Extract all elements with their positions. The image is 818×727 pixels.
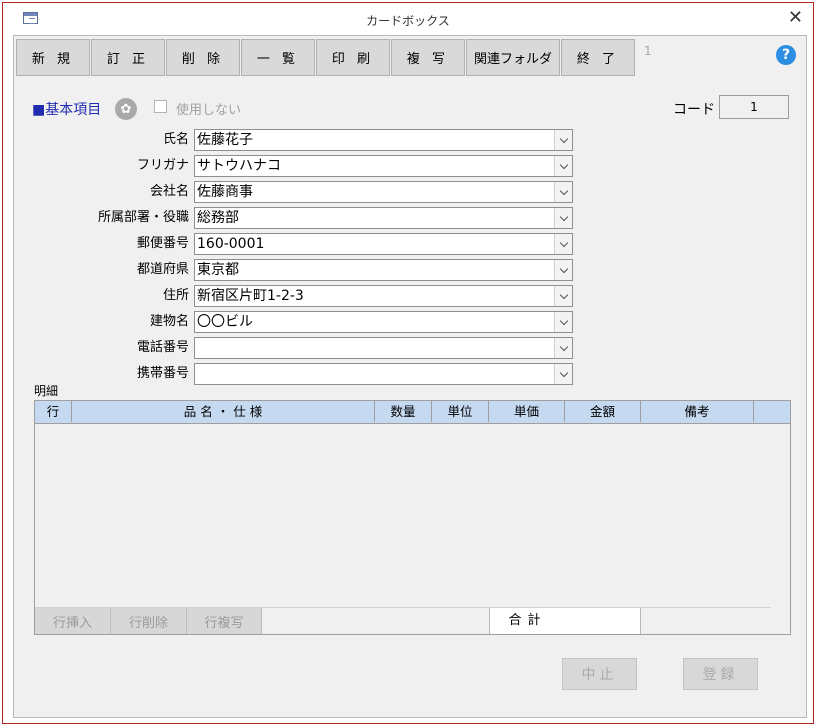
name-label: 氏名 — [162, 132, 189, 147]
close-icon[interactable]: ✕ — [788, 6, 803, 30]
insert-row-button[interactable]: 行挿入 — [35, 608, 111, 634]
chevron-down-icon[interactable] — [554, 156, 572, 176]
department-label: 所属部署・役職 — [97, 210, 189, 225]
new-button[interactable]: 新 規 — [16, 39, 90, 76]
code-label: コード — [673, 102, 715, 118]
total-label: 合計 — [489, 608, 566, 634]
copy-button[interactable]: 複 写 — [391, 39, 465, 76]
phone-label: 電話番号 — [136, 340, 189, 355]
chevron-down-icon[interactable] — [554, 312, 572, 332]
exit-button[interactable]: 終 了 — [561, 39, 635, 76]
delete-row-button[interactable]: 行削除 — [111, 608, 187, 634]
address-value: 新宿区片町1-2-3 — [197, 288, 304, 304]
building-combo[interactable]: 〇〇ビル — [194, 311, 573, 333]
address-label: 住所 — [162, 288, 189, 303]
name-combo[interactable]: 佐藤花子 — [194, 129, 573, 151]
postal-code-value: 160-0001 — [197, 236, 265, 252]
address-combo[interactable]: 新宿区片町1-2-3 — [194, 285, 573, 307]
unused-checkbox[interactable] — [154, 100, 167, 113]
grid-header: 行 品 名 ・ 仕 様 数量 単位 単価 金額 備考 — [35, 401, 790, 424]
chevron-down-icon[interactable] — [554, 130, 572, 150]
col-unit-price: 単価 — [489, 401, 565, 422]
edit-button[interactable]: 訂 正 — [91, 39, 165, 76]
card-box-window: カードボックス ✕ 新 規 訂 正 削 除 一 覧 印 刷 複 写 関連フォルダ… — [2, 2, 814, 724]
furigana-combo[interactable]: サトウハナコ — [194, 155, 573, 177]
col-item-spec: 品 名 ・ 仕 様 — [72, 401, 375, 422]
register-button[interactable]: 登録 — [683, 658, 758, 690]
delete-button[interactable]: 削 除 — [166, 39, 240, 76]
postal-code-label: 郵便番号 — [136, 236, 189, 251]
phone-combo[interactable] — [194, 337, 573, 359]
form-body: 新 規 訂 正 削 除 一 覧 印 刷 複 写 関連フォルダ 終 了 1 ? ■… — [13, 35, 807, 718]
mobile-combo[interactable] — [194, 363, 573, 385]
col-quantity: 数量 — [375, 401, 432, 422]
record-number: 1 — [644, 44, 652, 58]
col-row: 行 — [35, 401, 72, 422]
col-remarks: 備考 — [641, 401, 754, 422]
col-amount: 金額 — [565, 401, 641, 422]
building-value: 〇〇ビル — [197, 314, 253, 330]
detail-title: 明細 — [34, 384, 59, 398]
help-icon[interactable]: ? — [776, 45, 796, 65]
postal-code-combo[interactable]: 160-0001 — [194, 233, 573, 255]
col-unit: 単位 — [432, 401, 489, 422]
chevron-down-icon[interactable] — [554, 338, 572, 358]
window-title: カードボックス — [366, 14, 450, 28]
department-combo[interactable]: 総務部 — [194, 207, 573, 229]
chevron-down-icon[interactable] — [554, 208, 572, 228]
copy-row-button[interactable]: 行複写 — [187, 608, 262, 634]
name-value: 佐藤花子 — [197, 132, 253, 148]
gear-icon[interactable]: ✿ — [115, 98, 137, 120]
department-value: 総務部 — [197, 210, 239, 226]
chevron-down-icon[interactable] — [554, 260, 572, 280]
prefecture-combo[interactable]: 東京都 — [194, 259, 573, 281]
chevron-down-icon[interactable] — [554, 364, 572, 384]
chevron-down-icon[interactable] — [554, 182, 572, 202]
chevron-down-icon[interactable] — [554, 234, 572, 254]
section-title: ■基本項目 — [32, 102, 102, 118]
total-value — [565, 608, 641, 634]
prefecture-label: 都道府県 — [136, 262, 189, 277]
furigana-label: フリガナ — [136, 158, 189, 173]
cancel-button[interactable]: 中止 — [562, 658, 637, 690]
print-button[interactable]: 印 刷 — [316, 39, 390, 76]
code-field: 1 — [719, 95, 789, 119]
unused-label: 使用しない — [176, 103, 242, 118]
detail-grid[interactable]: 行 品 名 ・ 仕 様 数量 単位 単価 金額 備考 行挿入 行削除 行複写 合… — [34, 400, 791, 635]
building-label: 建物名 — [149, 314, 189, 329]
related-folder-button[interactable]: 関連フォルダ — [466, 39, 560, 76]
list-button[interactable]: 一 覧 — [241, 39, 315, 76]
furigana-value: サトウハナコ — [197, 158, 281, 174]
title-bar: カードボックス ✕ — [3, 3, 813, 35]
prefecture-value: 東京都 — [197, 262, 239, 278]
chevron-down-icon[interactable] — [554, 286, 572, 306]
company-combo[interactable]: 佐藤商事 — [194, 181, 573, 203]
company-label: 会社名 — [149, 184, 189, 199]
company-value: 佐藤商事 — [197, 184, 253, 200]
